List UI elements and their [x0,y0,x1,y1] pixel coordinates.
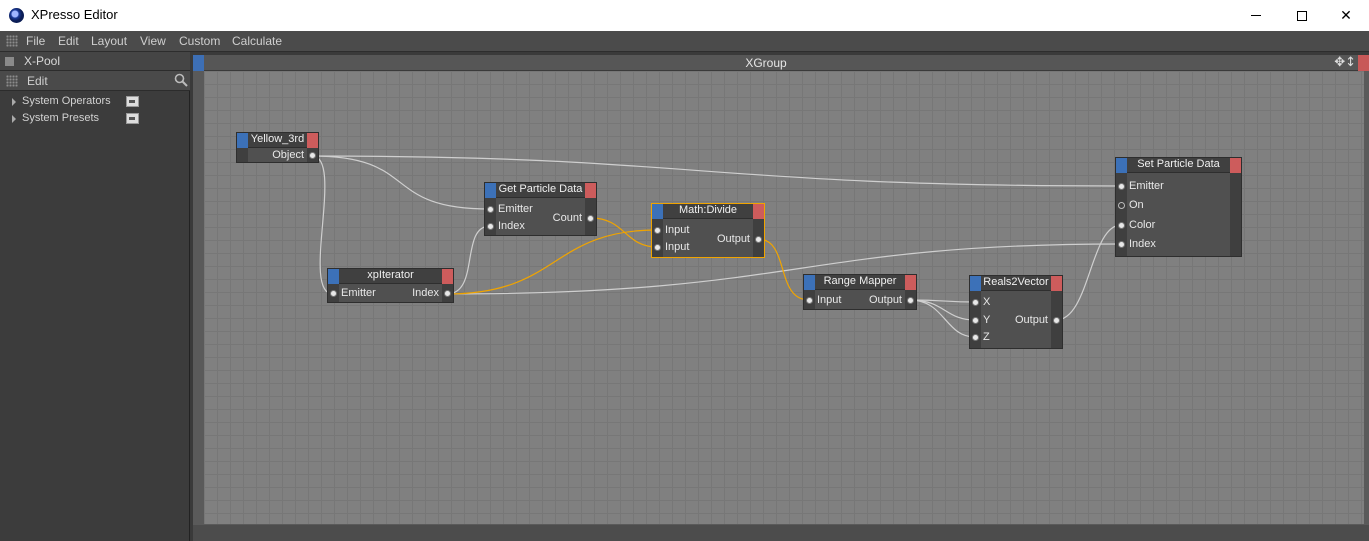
port-output-out[interactable] [1053,317,1060,324]
port-index-in[interactable] [1118,241,1125,248]
port-emitter-in[interactable] [330,290,337,297]
node-output-port-button[interactable] [905,275,916,290]
port-y-label: Y [983,314,991,326]
port-index-label: Index [1129,238,1156,250]
port-z-label: Z [983,331,990,343]
node-yellow-3rd[interactable]: Yellow_3rd Object [236,132,319,163]
node-output-port-button[interactable] [307,133,318,148]
node-output-port-button[interactable] [442,269,453,284]
node-input-port-button[interactable] [652,204,663,219]
node-input-port-button[interactable] [970,276,981,291]
wire-object-to-get-emitter [311,155,491,210]
port-emitter-label: Emitter [498,203,533,215]
node-header[interactable]: xpIterator [328,269,453,284]
port-color-label: Color [1129,219,1156,231]
port-count-label: Count [552,212,582,224]
node-math-divide[interactable]: Math:Divide Input Input Output [651,203,765,258]
wire-count-to-divide-input1 [590,217,658,248]
port-x-in[interactable] [972,299,979,306]
node-input-port-button[interactable] [328,269,339,284]
port-on-in[interactable] [1118,202,1125,209]
node-output-port-button[interactable] [1051,276,1062,291]
port-output-label: Output [716,233,750,245]
port-object-label: Object [272,149,304,161]
node-header[interactable]: Reals2Vector [970,276,1062,291]
port-input2-label: Input [665,241,690,253]
port-output-label: Output [1014,314,1048,326]
port-index-in[interactable] [487,223,494,230]
node-title: Range Mapper [823,275,897,287]
node-title: Reals2Vector [983,276,1049,288]
wire-divide-to-rangemapper [757,238,810,301]
node-title: Yellow_3rd [250,133,305,145]
node-input-port-button[interactable] [485,183,496,198]
wire-index-to-divide-input2 [446,229,658,295]
node-get-particle-data[interactable]: Get Particle Data Emitter Index Count [484,182,597,236]
port-y-in[interactable] [972,317,979,324]
port-emitter-in[interactable] [1118,183,1125,190]
port-input-in[interactable] [806,297,813,304]
node-title: Get Particle Data [498,183,583,195]
node-reals2vector[interactable]: Reals2Vector X Y Z Output [969,275,1063,349]
port-z-in[interactable] [972,334,979,341]
node-header[interactable]: Math:Divide [652,204,764,219]
node-header[interactable]: Set Particle Data [1116,158,1241,173]
node-set-particle-data[interactable]: Set Particle Data Emitter On Color Index [1115,157,1242,257]
port-index-label: Index [498,220,525,232]
port-emitter-label: Emitter [341,287,376,299]
port-output-out[interactable] [907,297,914,304]
port-output-label: Output [868,294,902,306]
node-header[interactable]: Get Particle Data [485,183,596,198]
port-on-label: On [1129,199,1144,211]
node-title: Math:Divide [678,204,738,216]
port-input1-in[interactable] [654,227,661,234]
node-header[interactable]: Yellow_3rd [237,133,318,148]
wire-object-to-set-emitter [311,155,1122,187]
node-output-port-button[interactable] [1230,158,1241,173]
port-color-in[interactable] [1118,222,1125,229]
connection-wires [311,155,1122,338]
wire-vector-to-color [1055,224,1122,321]
node-title: xpIterator [367,269,414,281]
node-output-port-button[interactable] [753,204,764,219]
node-xpiterator[interactable]: xpIterator Emitter Index [327,268,454,303]
port-count-out[interactable] [587,215,594,222]
node-title: Set Particle Data [1137,158,1220,170]
port-object-out[interactable] [309,152,316,159]
node-range-mapper[interactable]: Range Mapper Input Output [803,274,917,310]
node-input-port-button[interactable] [237,133,248,148]
port-emitter-label: Emitter [1129,180,1164,192]
node-output-port-button[interactable] [585,183,596,198]
node-input-port-button[interactable] [804,275,815,290]
port-output-out[interactable] [755,236,762,243]
port-index-label: Index [412,287,439,299]
port-index-out[interactable] [444,290,451,297]
node-input-port-button[interactable] [1116,158,1127,173]
node-header[interactable]: Range Mapper [804,275,916,290]
port-input1-label: Input [665,224,690,236]
wire-rangemapper-to-z [909,299,976,338]
port-emitter-in[interactable] [487,206,494,213]
port-input-label: Input [817,294,842,306]
port-input2-in[interactable] [654,244,661,251]
port-x-label: X [983,296,991,308]
